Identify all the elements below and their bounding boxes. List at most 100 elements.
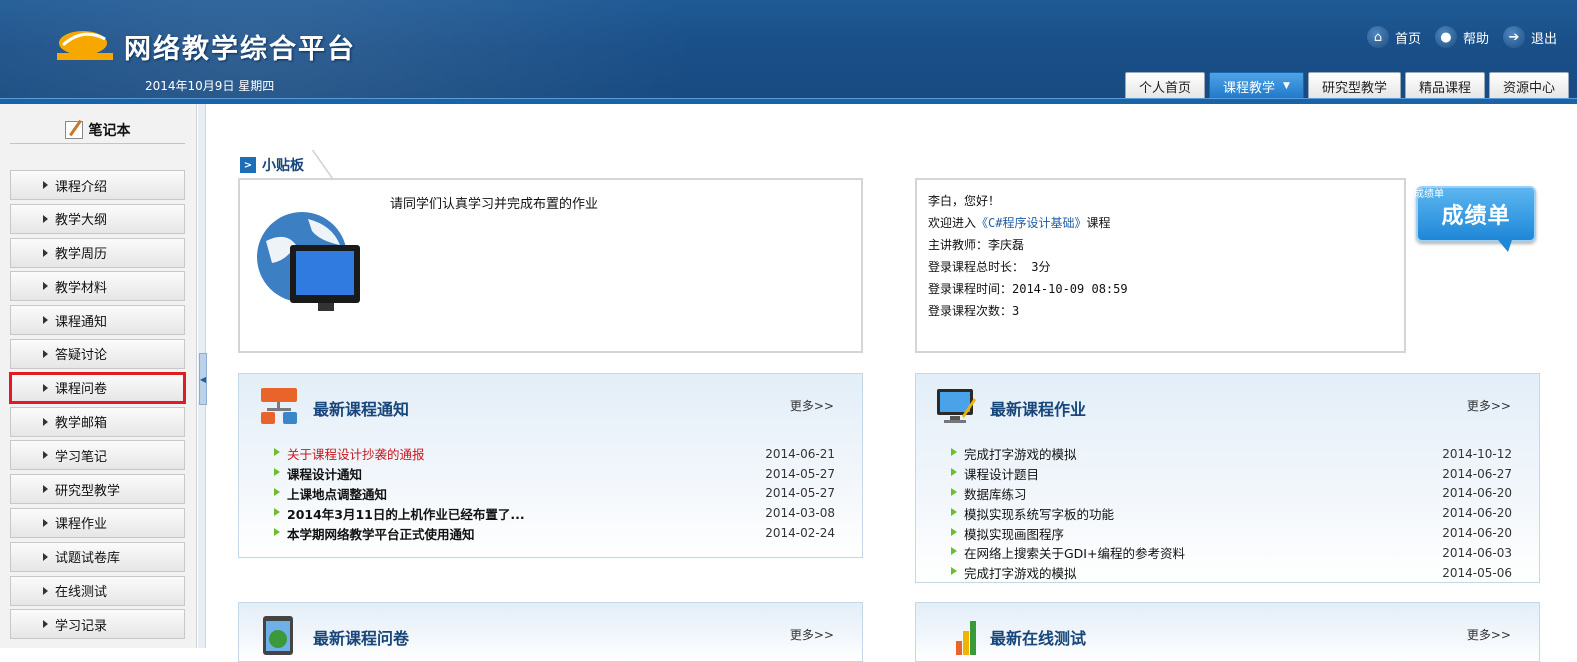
tablet-globe-icon	[263, 616, 293, 655]
list-item[interactable]: 上课地点调整通知 2014-05-27	[273, 484, 835, 504]
sidebar-item-online-test[interactable]: 在线测试	[10, 575, 185, 606]
sidebar-item-research-teaching[interactable]: 研究型教学	[10, 474, 185, 505]
sidebar-item-course-notices[interactable]: 课程通知	[10, 305, 185, 336]
notice-title: 课程设计通知	[273, 464, 362, 483]
list-item[interactable]: 课程设计通知 2014-05-27	[273, 464, 835, 484]
sidebar-item-label: 研究型教学	[55, 483, 121, 499]
list-item[interactable]: 2014年3月11日的上机作业已经布置了... 2014-03-08	[273, 503, 835, 523]
homework-title: 完成打字游戏的模拟	[950, 563, 1077, 582]
total-login-time: 登录课程总时长： 3分	[928, 260, 1051, 274]
globe-monitor-icon	[257, 212, 360, 311]
notice-title: 本学期网络教学平台正式使用通知	[273, 524, 475, 543]
tab-label: 资源中心	[1502, 80, 1555, 96]
collapse-sidebar-handle[interactable]: ◀	[199, 353, 207, 405]
tip-board-heading: > 小贴板	[240, 155, 304, 175]
list-item[interactable]: 本学期网络教学平台正式使用通知 2014-02-24	[273, 523, 835, 543]
course-entry-prefix: 欢迎进入	[928, 216, 977, 230]
homework-title: 模拟实现画图程序	[950, 524, 1064, 543]
surveys-more-link[interactable]: 更多>>	[790, 626, 834, 643]
sidebar-item-qa-discussion[interactable]: 答疑讨论	[10, 338, 185, 369]
notices-list: 关于课程设计抄袭的通报 2014-06-21 课程设计通知 2014-05-27 上…	[273, 444, 835, 543]
tab-personal-home[interactable]: 个人首页	[1125, 72, 1206, 99]
list-item[interactable]: 课程设计题目 2014-06-27	[950, 464, 1512, 484]
grade-report-caption: 成绩单	[1414, 189, 1444, 200]
teacher-info: 主讲教师：李庆磊	[928, 238, 1025, 252]
sidebar-item-label: 教学材料	[55, 280, 108, 296]
home-link[interactable]: ⌂ 首页	[1366, 26, 1421, 48]
latest-notices-panel: 最新课程通知 更多>> 关于课程设计抄袭的通报 2014-06-21 课程设计通知…	[238, 373, 863, 558]
sidebar-item-label: 学习笔记	[55, 449, 108, 465]
homework-more-link[interactable]: 更多>>	[1467, 397, 1511, 414]
tab-research-teaching[interactable]: 研究型教学	[1307, 72, 1401, 99]
header-banner: 网络教学综合平台 2014年10月9日 星期四 ⌂ 首页 ● 帮助 ➔ 退出 个…	[0, 0, 1577, 104]
notice-date: 2014-02-24	[765, 526, 835, 541]
tab-course-teaching[interactable]: 课程教学 ▼	[1209, 72, 1304, 99]
tests-panel-title: 最新在线测试	[990, 629, 1087, 648]
notices-more-link[interactable]: 更多>>	[790, 397, 834, 414]
tip-board-title: 小贴板	[262, 158, 304, 174]
sidebar-item-course-survey[interactable]: 课程问卷	[9, 371, 186, 404]
list-item[interactable]: 完成打字游戏的模拟 2014-05-06	[950, 563, 1512, 583]
bar-chart-icon	[956, 621, 976, 655]
help-bulb-icon: ●	[1434, 26, 1457, 48]
chevron-down-icon: ▼	[1283, 81, 1290, 91]
exit-icon: ➔	[1502, 26, 1525, 48]
sidebar-item-syllabus[interactable]: 教学大纲	[10, 203, 185, 234]
help-link-label: 帮助	[1462, 31, 1489, 47]
course-entry-suffix: 课程	[1086, 216, 1111, 230]
notice-date: 2014-03-08	[765, 506, 835, 521]
notice-title: 关于课程设计抄袭的通报	[273, 444, 425, 463]
logout-link-label: 退出	[1530, 31, 1557, 47]
arrow-right-icon: >	[240, 157, 256, 173]
notebook-button[interactable]: 笔记本	[10, 116, 185, 144]
homework-date: 2014-06-20	[1442, 486, 1512, 501]
tab-label: 课程教学	[1223, 80, 1276, 96]
sidebar-item-course-intro[interactable]: 课程介绍	[10, 170, 185, 200]
list-item[interactable]: 关于课程设计抄袭的通报 2014-06-21	[273, 444, 835, 464]
list-item[interactable]: 数据库练习 2014-06-20	[950, 484, 1512, 504]
sidebar-item-label: 教学大纲	[55, 213, 108, 229]
sidebar-item-teaching-mailbox[interactable]: 教学邮箱	[10, 406, 185, 437]
notice-date: 2014-05-27	[765, 486, 835, 501]
org-chart-icon	[261, 388, 297, 424]
homework-list: 完成打字游戏的模拟 2014-10-12 课程设计题目 2014-06-27 数据库…	[950, 444, 1512, 583]
tab-resource-center[interactable]: 资源中心	[1488, 72, 1569, 99]
sidebar-item-study-notes[interactable]: 学习笔记	[10, 440, 185, 471]
welcome-info: 李白，您好！ 欢迎进入《C#程序设计基础》课程 主讲教师：李庆磊 登录课程总时长…	[928, 193, 1128, 325]
list-item[interactable]: 完成打字游戏的模拟 2014-10-12	[950, 444, 1512, 464]
notice-title: 上课地点调整通知	[273, 484, 387, 503]
latest-homework-panel: 最新课程作业 更多>> 完成打字游戏的模拟 2014-10-12 课程设计题目 20…	[915, 373, 1540, 583]
greeting: 李白，您好！	[928, 194, 1001, 208]
tab-label: 精品课程	[1418, 80, 1471, 96]
tab-quality-courses[interactable]: 精品课程	[1404, 72, 1485, 99]
homework-date: 2014-06-03	[1442, 545, 1512, 560]
grade-report-label: 成绩单	[1441, 204, 1511, 229]
tip-message: 请同学们认真学习并完成布置的作业	[390, 197, 599, 212]
tests-more-link[interactable]: 更多>>	[1467, 626, 1511, 643]
sidebar-item-course-homework[interactable]: 课程作业	[10, 507, 185, 538]
sidebar-item-teaching-calendar[interactable]: 教学周历	[10, 237, 185, 268]
homework-title: 在网络上搜索关于GDI+编程的参考资料	[950, 543, 1185, 562]
logout-link[interactable]: ➔ 退出	[1502, 26, 1557, 48]
sidebar-item-study-records[interactable]: 学习记录	[10, 609, 185, 640]
notebook-icon	[64, 120, 83, 139]
tab-label: 个人首页	[1139, 80, 1192, 96]
homework-title: 数据库练习	[950, 484, 1027, 503]
home-icon: ⌂	[1366, 26, 1389, 48]
course-entry-line: 欢迎进入《C#程序设计基础》课程	[928, 215, 1128, 237]
notice-date: 2014-05-27	[765, 466, 835, 481]
sidebar-item-label: 教学邮箱	[55, 416, 108, 432]
list-item[interactable]: 模拟实现画图程序 2014-06-20	[950, 523, 1512, 543]
homework-panel-title: 最新课程作业	[990, 400, 1087, 419]
latest-surveys-panel: 最新课程问卷 更多>>	[238, 602, 863, 662]
sidebar-item-teaching-materials[interactable]: 教学材料	[10, 271, 185, 302]
notices-panel-title: 最新课程通知	[313, 400, 410, 419]
help-link[interactable]: ● 帮助	[1434, 26, 1489, 48]
list-item[interactable]: 模拟实现系统写字板的功能 2014-06-20	[950, 503, 1512, 523]
current-date: 2014年10月9日 星期四	[145, 79, 275, 93]
tab-label: 研究型教学	[1321, 80, 1387, 96]
sidebar-item-label: 课程问卷	[55, 382, 108, 398]
list-item[interactable]: 在网络上搜索关于GDI+编程的参考资料 2014-06-03	[950, 543, 1512, 563]
sidebar-item-question-bank[interactable]: 试题试卷库	[10, 541, 185, 572]
homework-title: 模拟实现系统写字板的功能	[950, 504, 1114, 523]
